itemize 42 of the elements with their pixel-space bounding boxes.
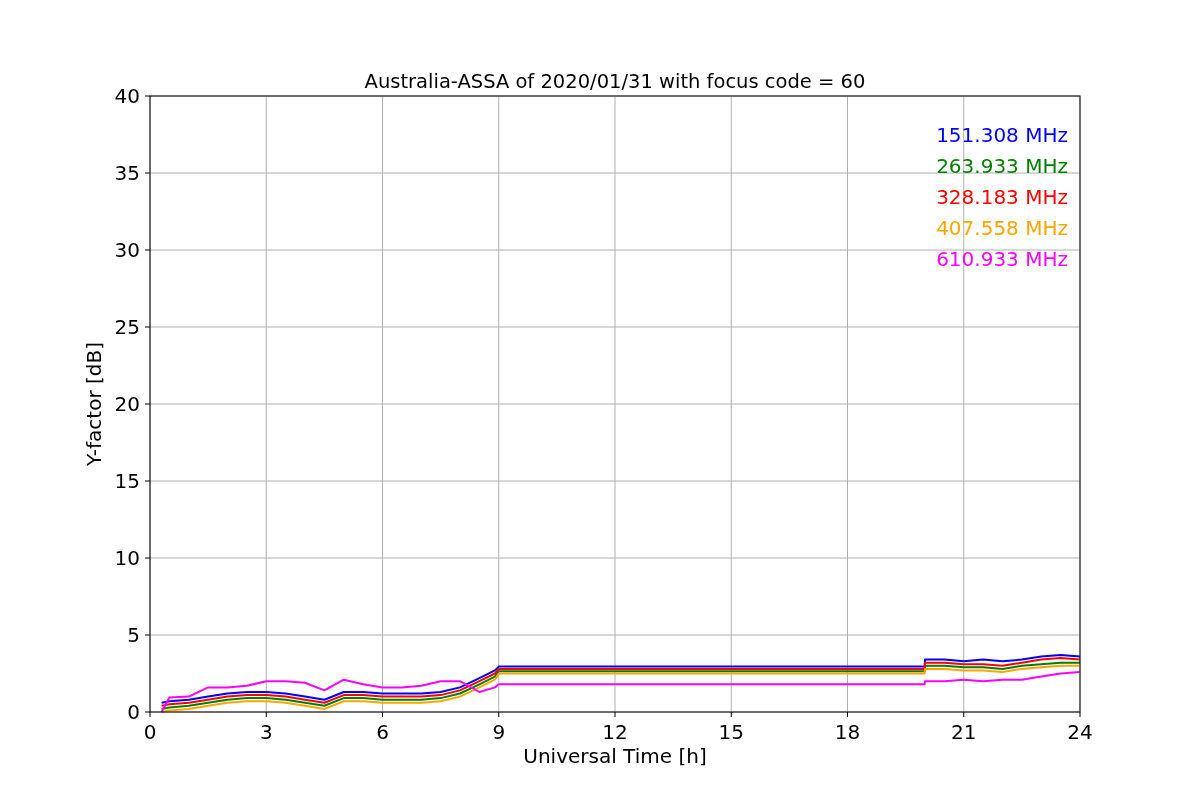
tick-label: 30	[114, 238, 140, 262]
tick-mark	[144, 557, 151, 559]
legend-entry: 407.558 MHz	[936, 216, 1068, 240]
tick-label: 3	[259, 720, 273, 744]
tick-label: 24	[1067, 720, 1093, 744]
tick-label: 12	[602, 720, 628, 744]
tick-mark	[730, 711, 732, 718]
y-axis-label: Y-factor [dB]	[82, 342, 106, 466]
tick-label: 9	[492, 720, 506, 744]
tick-mark	[614, 711, 616, 718]
legend-entry: 610.933 MHz	[936, 247, 1068, 271]
tick-label: 10	[114, 546, 140, 570]
x-axis-label: Universal Time [h]	[523, 744, 707, 768]
tick-mark	[144, 172, 151, 174]
tick-label: 6	[376, 720, 389, 744]
tick-label: 20	[114, 392, 140, 416]
tick-mark	[382, 711, 383, 718]
legend-entry: 263.933 MHz	[936, 154, 1068, 178]
tick-mark	[144, 634, 151, 636]
tick-mark	[1079, 711, 1081, 718]
tick-mark	[265, 711, 267, 718]
legend-entry: 151.308 MHz	[936, 123, 1068, 147]
tick-label: 0	[127, 700, 140, 724]
tick-mark	[847, 711, 848, 718]
tick-mark	[144, 249, 151, 251]
tick-label: 18	[834, 720, 861, 744]
tick-label: 0	[143, 720, 157, 744]
tick-mark	[963, 711, 965, 718]
tick-mark	[144, 95, 151, 97]
tick-label: 15	[718, 720, 744, 744]
legend-entry: 328.183 MHz	[936, 185, 1068, 209]
tick-mark	[144, 326, 151, 328]
tick-label: 15	[114, 469, 140, 493]
tick-label: 5	[127, 623, 140, 647]
chart-title: Australia-ASSA of 2020/01/31 with focus code = 60	[364, 70, 866, 93]
tick-label: 40	[114, 84, 140, 108]
tick-label: 25	[114, 315, 140, 339]
tick-label: 21	[951, 720, 977, 744]
tick-mark	[498, 711, 500, 718]
tick-label: 35	[114, 161, 140, 185]
tick-mark	[144, 480, 151, 482]
tick-mark	[144, 403, 151, 405]
